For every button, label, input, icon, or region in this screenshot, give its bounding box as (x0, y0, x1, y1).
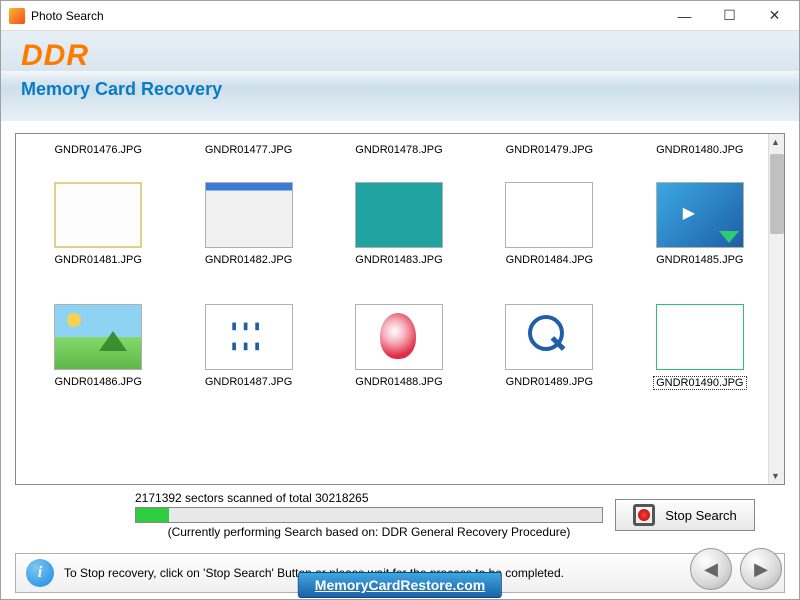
thumbnail-item[interactable]: GNDR01489.JPG (475, 284, 623, 404)
minimize-button[interactable]: — (662, 2, 707, 30)
stop-icon (633, 504, 655, 526)
thumbnail-item[interactable]: GNDR01484.JPG (475, 162, 623, 282)
progress-fill (136, 508, 169, 522)
thumbnail-label: GNDR01478.JPG (355, 144, 442, 156)
thumbnail-item[interactable]: GNDR01485.JPG (626, 162, 774, 282)
thumbnail-label: GNDR01477.JPG (205, 144, 292, 156)
thumbnail-label: GNDR01488.JPG (355, 376, 442, 388)
thumbnail-image (54, 182, 142, 248)
thumbnail-item[interactable]: GNDR01483.JPG (325, 162, 473, 282)
scroll-thumb[interactable] (770, 154, 784, 234)
thumbnail-item[interactable]: GNDR01479.JPG (475, 138, 623, 160)
nav-back-button[interactable]: ◀ (690, 548, 732, 590)
thumbnail-image (205, 304, 293, 370)
progress-procedure: (Currently performing Search based on: D… (135, 525, 603, 539)
titlebar: Photo Search — ☐ ✕ (1, 1, 799, 31)
scroll-up-icon[interactable]: ▲ (771, 137, 780, 147)
thumbnail-item[interactable]: GNDR01481.JPG (24, 162, 172, 282)
progress-status: 2171392 sectors scanned of total 3021826… (135, 491, 603, 505)
scroll-down-icon[interactable]: ▼ (771, 471, 780, 481)
info-icon: i (26, 559, 54, 587)
results-panel: GNDR01476.JPG GNDR01477.JPG GNDR01478.JPG G… (15, 133, 785, 485)
thumbnail-label: GNDR01476.JPG (54, 144, 141, 156)
thumbnail-label: GNDR01484.JPG (506, 254, 593, 266)
thumbnail-label: GNDR01486.JPG (54, 376, 141, 388)
thumbnail-item[interactable]: GNDR01487.JPG (174, 284, 322, 404)
thumbnail-item[interactable]: GNDR01480.JPG (626, 138, 774, 160)
thumbnail-image (656, 182, 744, 248)
thumbnail-label: GNDR01479.JPG (506, 144, 593, 156)
nav-buttons: ◀ ▶ (690, 548, 782, 590)
thumbnail-image (656, 304, 744, 370)
footer-link[interactable]: MemoryCardRestore.com (298, 572, 502, 598)
thumbnail-image (505, 182, 593, 248)
thumbnail-label: GNDR01482.JPG (205, 254, 292, 266)
thumbnail-label: GNDR01480.JPG (656, 144, 743, 156)
thumbnail-item[interactable]: GNDR01488.JPG (325, 284, 473, 404)
thumbnail-label: GNDR01485.JPG (656, 254, 743, 266)
thumbnail-item[interactable]: GNDR01482.JPG (174, 162, 322, 282)
window-title: Photo Search (31, 9, 662, 23)
thumbnail-item[interactable]: GNDR01490.JPG (626, 284, 774, 404)
progress-row: 2171392 sectors scanned of total 3021826… (15, 491, 785, 539)
app-subtitle: Memory Card Recovery (21, 79, 779, 100)
thumbnail-item[interactable]: GNDR01478.JPG (325, 138, 473, 160)
results-scrollbar[interactable]: ▲ ▼ (768, 134, 784, 484)
thumbnail-image (355, 304, 443, 370)
brand-logo: DDR (21, 39, 779, 73)
thumbnail-label: GNDR01490.JPG (653, 376, 746, 390)
thumbnail-label: GNDR01489.JPG (506, 376, 593, 388)
thumbnail-label: GNDR01487.JPG (205, 376, 292, 388)
thumbnail-image (54, 304, 142, 370)
stop-label: Stop Search (665, 508, 737, 523)
thumbnail-item[interactable]: GNDR01477.JPG (174, 138, 322, 160)
progress-bar (135, 507, 603, 523)
nav-next-button[interactable]: ▶ (740, 548, 782, 590)
header-banner: DDR Memory Card Recovery (1, 31, 799, 121)
thumbnail-image (355, 182, 443, 248)
stop-search-button[interactable]: Stop Search (615, 499, 755, 531)
thumbnail-item[interactable]: GNDR01486.JPG (24, 284, 172, 404)
thumbnail-label: GNDR01481.JPG (54, 254, 141, 266)
thumbnail-label: GNDR01483.JPG (355, 254, 442, 266)
thumbnail-image (205, 182, 293, 248)
maximize-button[interactable]: ☐ (707, 2, 752, 30)
thumbnail-image (505, 304, 593, 370)
content-area: GNDR01476.JPG GNDR01477.JPG GNDR01478.JPG G… (1, 121, 799, 545)
close-button[interactable]: ✕ (752, 2, 797, 30)
app-window: Photo Search — ☐ ✕ DDR Memory Card Recov… (0, 0, 800, 600)
app-icon (9, 8, 25, 24)
thumbnail-item[interactable]: GNDR01476.JPG (24, 138, 172, 160)
